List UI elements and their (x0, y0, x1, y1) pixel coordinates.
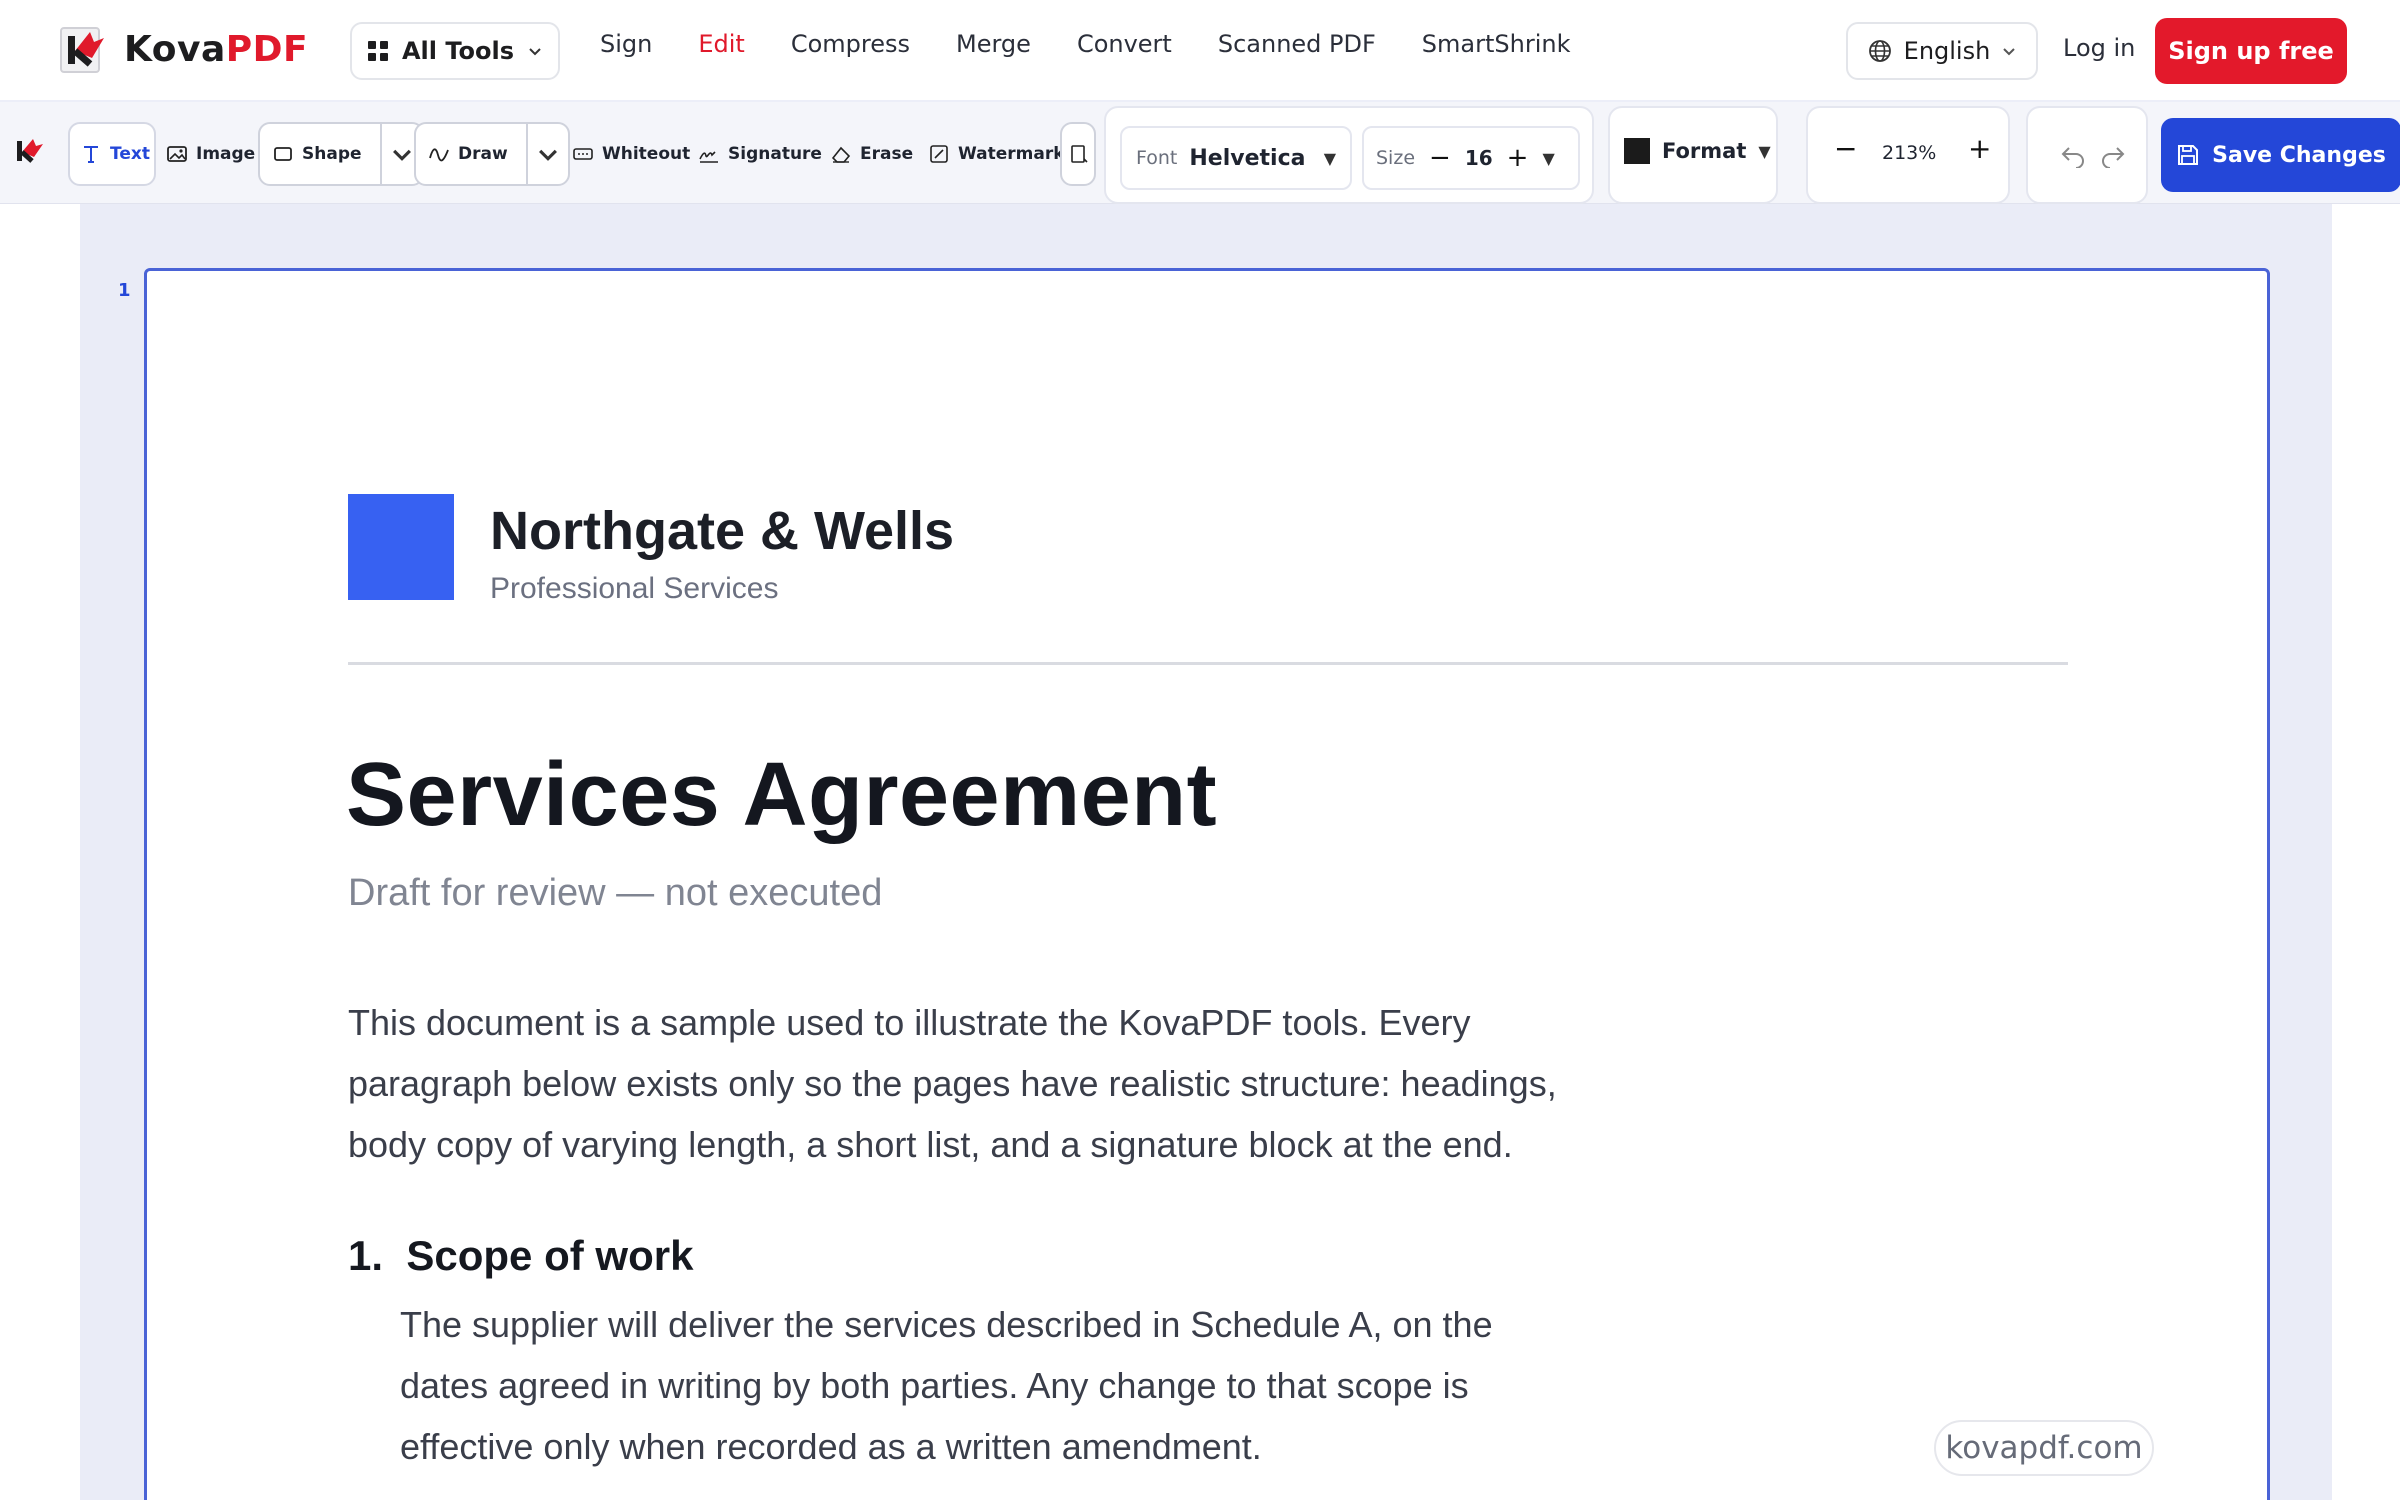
page-tool-icon (1071, 145, 1088, 163)
all-tools-dropdown[interactable]: All Tools (350, 22, 560, 80)
nav-link-smartshrink[interactable]: SmartShrink (1422, 30, 1571, 58)
shape-tool-label: Shape (302, 144, 362, 164)
text-icon (84, 146, 98, 163)
all-tools-label: All Tools (401, 37, 515, 65)
zoom-in-button[interactable]: + (1968, 132, 1991, 165)
save-changes-label: Save Changes (2212, 142, 2386, 168)
zoom-level[interactable]: 213% (1882, 142, 1936, 164)
erase-tool[interactable]: Erase (830, 122, 913, 186)
caret-down-icon: ▼ (1758, 141, 1771, 161)
kovapdf-small-logo-icon[interactable] (14, 136, 44, 166)
globe-icon (1868, 40, 1891, 62)
company-name[interactable]: Northgate & Wells (490, 500, 954, 562)
format-label: Format (1662, 139, 1747, 163)
text-color-swatch[interactable] (1624, 138, 1650, 164)
page-number-label[interactable]: 1 (118, 280, 131, 301)
section-body[interactable]: The supplier will deliver the services d… (400, 1294, 1493, 1477)
save-changes-button[interactable]: Save Changes (2161, 118, 2400, 192)
document-subtitle[interactable]: Draft for review — not executed (348, 872, 882, 915)
whiteout-tool[interactable]: Whiteout (572, 122, 690, 186)
erase-tool-label: Erase (860, 144, 914, 164)
rectangle-shape-icon (274, 147, 292, 161)
section-number: 1. (348, 1232, 384, 1279)
image-icon (167, 146, 187, 162)
draw-squiggle-icon (429, 148, 449, 162)
language-label: English (1903, 37, 1991, 65)
image-tool-label: Image (196, 144, 256, 164)
history-panel (2026, 106, 2148, 204)
login-link[interactable]: Log in (2063, 34, 2135, 62)
language-selector[interactable]: English (1846, 22, 2038, 80)
main-nav-links: Sign Edit Compress Merge Convert Scanned… (600, 30, 1616, 58)
font-family-select[interactable]: Font Helvetica ▼ (1120, 126, 1352, 190)
shape-tool[interactable]: Shape (258, 122, 424, 186)
text-tool-label: Text (110, 144, 150, 164)
more-tools-button[interactable] (1060, 122, 1096, 186)
size-dropdown-caret-icon[interactable]: ▼ (1542, 149, 1554, 168)
caret-down-icon: ▼ (1323, 148, 1336, 168)
image-tool[interactable]: Image (166, 122, 255, 186)
draw-options-dropdown[interactable] (525, 124, 568, 184)
editor-toolbar: Text Image Shape Draw Whiteout Signature… (0, 102, 2400, 204)
signature-icon (699, 151, 718, 163)
nav-link-convert[interactable]: Convert (1077, 30, 1172, 58)
size-value[interactable]: 16 (1465, 146, 1493, 170)
chevron-down-icon (538, 149, 557, 161)
chevron-down-icon (529, 48, 541, 56)
intro-line[interactable]: This document is a sample used to illust… (348, 992, 1668, 1053)
zoom-out-button[interactable]: − (1834, 132, 1857, 165)
font-value: Helvetica (1189, 145, 1306, 171)
chevron-down-icon (392, 149, 411, 161)
format-panel[interactable]: Format ▼ (1608, 106, 1778, 204)
brand-logo[interactable]: KovaPDF (60, 24, 308, 74)
whiteout-icon (573, 148, 593, 160)
signature-tool[interactable]: Signature (698, 122, 822, 186)
signup-button[interactable]: Sign up free (2155, 18, 2347, 84)
company-logo-square[interactable] (348, 494, 454, 600)
grid-icon (367, 41, 388, 61)
section-title: Scope of work (406, 1232, 694, 1279)
nav-link-sign[interactable]: Sign (600, 30, 652, 58)
brand-name: KovaPDF (124, 28, 309, 70)
draw-tool-label: Draw (458, 144, 508, 164)
eraser-icon (831, 146, 851, 163)
chevron-down-icon (2003, 48, 2016, 56)
whiteout-tool-label: Whiteout (602, 144, 691, 164)
header-divider (348, 662, 2068, 665)
nav-link-edit[interactable]: Edit (698, 30, 744, 58)
signature-tool-label: Signature (728, 144, 822, 164)
size-label: Size (1376, 147, 1416, 169)
text-tool[interactable]: Text (68, 122, 156, 186)
size-increment-button[interactable]: + (1507, 143, 1529, 173)
watermark-tool[interactable]: Watermark (928, 122, 1065, 186)
redo-icon[interactable] (2100, 144, 2126, 168)
watermark-tool-label: Watermark (958, 144, 1065, 164)
section-line[interactable]: The supplier will deliver the services d… (400, 1294, 1493, 1355)
zoom-panel: − 213% + (1806, 106, 2010, 204)
nav-link-scanned-pdf[interactable]: Scanned PDF (1218, 30, 1376, 58)
section-heading[interactable]: 1. Scope of work (348, 1232, 693, 1280)
document-title[interactable]: Services Agreement (346, 744, 1217, 847)
nav-link-compress[interactable]: Compress (791, 30, 910, 58)
draw-tool[interactable]: Draw (414, 122, 570, 186)
font-label: Font (1136, 147, 1178, 169)
text-properties-panel: Font Helvetica ▼ Size − 16 + ▼ (1104, 106, 1594, 204)
site-watermark-badge: kovapdf.com (1934, 1420, 2154, 1476)
font-size-stepper: Size − 16 + ▼ (1362, 126, 1580, 190)
floppy-disk-icon (2178, 145, 2199, 165)
watermark-icon (930, 145, 948, 163)
undo-icon[interactable] (2060, 144, 2086, 168)
company-tagline[interactable]: Professional Services (490, 572, 778, 606)
top-navigation: KovaPDF All Tools Sign Edit Compress Mer… (0, 0, 2400, 100)
section-line[interactable]: effective only when recorded as a writte… (400, 1416, 1493, 1477)
intro-line[interactable]: body copy of varying length, a short lis… (348, 1114, 1668, 1175)
kovapdf-logo-icon (60, 27, 104, 73)
nav-link-merge[interactable]: Merge (956, 30, 1031, 58)
intro-line[interactable]: paragraph below exists only so the pages… (348, 1053, 1668, 1114)
section-line[interactable]: dates agreed in writing by both parties.… (400, 1355, 1493, 1416)
size-decrement-button[interactable]: − (1429, 143, 1451, 173)
format-control[interactable]: Format ▼ (1624, 138, 1771, 164)
intro-paragraph[interactable]: This document is a sample used to illust… (348, 992, 1668, 1175)
